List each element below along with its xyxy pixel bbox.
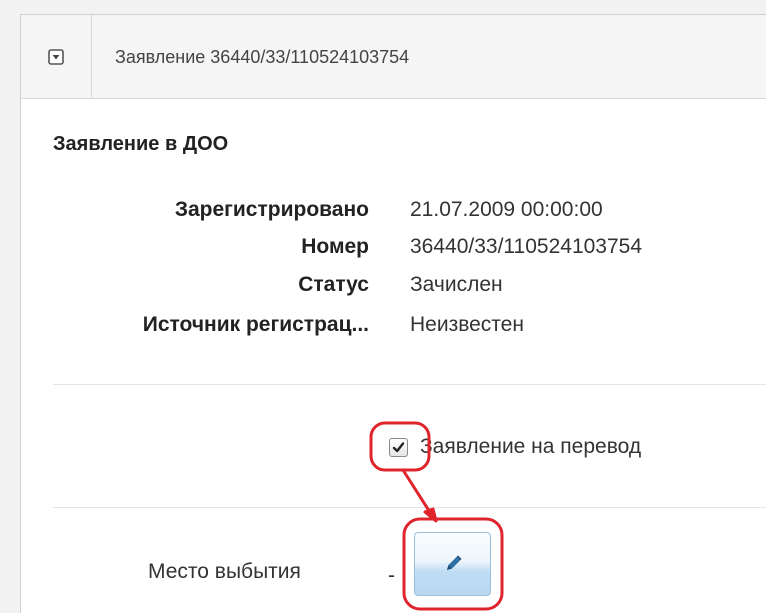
registered-value: 21.07.2009 00:00:00 — [410, 198, 603, 221]
panel-header: Заявление 36440/33/110524103754 — [21, 15, 766, 99]
section-title: Заявление в ДОО — [53, 133, 229, 155]
departure-label: Место выбытия — [148, 560, 301, 583]
collapse-button[interactable] — [21, 15, 92, 98]
transfer-checkbox-row: Заявление на перевод — [389, 432, 641, 462]
application-panel: Заявление 36440/33/110524103754 Заявлени… — [20, 14, 766, 613]
info-row-number: Номер 36440/33/110524103754 — [21, 235, 766, 265]
divider — [53, 384, 766, 385]
status-value: Зачислен — [410, 273, 503, 296]
info-row-source: Источник регистрац... Неизвестен — [21, 313, 766, 343]
status-label: Статус — [298, 273, 369, 296]
source-label: Источник регистрац... — [142, 313, 369, 336]
source-value: Неизвестен — [410, 313, 524, 336]
number-value: 36440/33/110524103754 — [410, 235, 643, 258]
transfer-checkbox[interactable] — [389, 437, 408, 457]
info-row-status: Статус Зачислен — [21, 273, 766, 303]
divider — [53, 507, 766, 508]
panel-title: Заявление 36440/33/110524103754 — [115, 47, 410, 67]
edit-departure-button[interactable] — [414, 532, 491, 596]
pencil-icon — [446, 555, 462, 570]
info-row-registered: Зарегистрировано 21.07.2009 00:00:00 — [21, 198, 766, 228]
departure-value: - — [388, 564, 395, 587]
transfer-checkbox-label[interactable]: Заявление на перевод — [420, 435, 641, 459]
collapse-toggle-icon — [48, 48, 64, 65]
checkmark-icon — [392, 441, 405, 452]
number-label: Номер — [301, 235, 369, 258]
registered-label: Зарегистрировано — [174, 198, 369, 221]
